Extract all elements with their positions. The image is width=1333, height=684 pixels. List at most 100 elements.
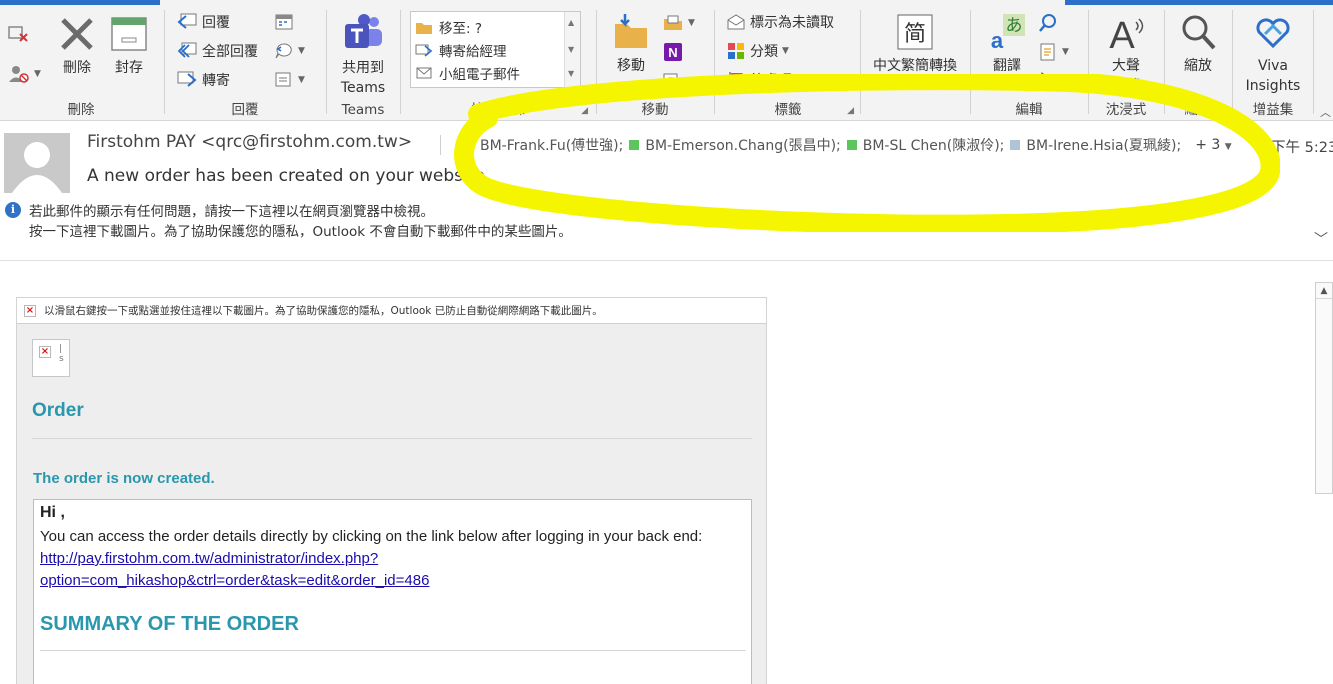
broken-image-icon: × (39, 346, 51, 358)
collapse-ribbon-icon[interactable]: ︿ (1320, 104, 1331, 120)
related-icon (1040, 43, 1055, 61)
group-separator (970, 10, 971, 114)
move-label: 移動 (617, 58, 645, 74)
search-icon (1039, 14, 1056, 32)
svg-text:简: 简 (904, 22, 926, 47)
im-reply-icon (275, 43, 292, 59)
chevron-down-icon: ▼ (1003, 81, 1011, 91)
find-button[interactable] (1038, 12, 1058, 34)
dialog-launcher-icon[interactable]: ◢ (581, 106, 588, 116)
dialog-launcher-icon[interactable]: ◢ (847, 106, 854, 116)
move-folder-icon (615, 14, 647, 48)
rules-button[interactable]: ▼ (662, 12, 695, 34)
avatar (4, 133, 70, 193)
chevron-down-icon: ▼ (782, 46, 789, 56)
recipient[interactable]: BM-Emerson.Chang(張昌中); (629, 135, 841, 155)
teams-icon (345, 14, 382, 48)
ribbon: ▼ 刪除 封存 刪除 回覆 全部回覆 轉寄 ▼ ▼ 回覆 共用到 Teams T… (0, 0, 1333, 121)
reply-label: 回覆 (202, 15, 230, 31)
chevron-down-icon: ▼ (34, 69, 41, 79)
group-separator (400, 10, 401, 114)
divider (40, 650, 746, 651)
chinese-convert-button[interactable]: 简 中文繁簡轉換 ▼ (864, 12, 966, 92)
image-alt-text: | s (59, 344, 64, 364)
meeting-reply-button[interactable] (274, 11, 294, 33)
categorize-button[interactable]: 分類 ▼ (726, 40, 789, 62)
ignore-button[interactable] (8, 23, 30, 45)
chevron-down-icon: ▼ (298, 75, 305, 85)
forward-button[interactable]: 轉寄 (176, 69, 230, 91)
group-quick-steps: 快速步驟 ◢ (402, 5, 594, 121)
mark-unread-button[interactable]: 標示為未讀取 (726, 11, 834, 33)
related-button[interactable]: ▼ (1038, 41, 1069, 63)
group-zoom: 縮放 縮放 (1166, 5, 1230, 121)
summary-heading: SUMMARY OF THE ORDER (40, 613, 299, 635)
delete-button[interactable]: 刪除 (52, 14, 102, 78)
scroll-up-icon[interactable]: ▲ (1316, 283, 1332, 299)
onenote-button[interactable]: N (662, 41, 684, 63)
sender[interactable]: Firstohm PAY <qrc@firstohm.com.tw> (87, 132, 412, 152)
group-separator (1313, 10, 1314, 114)
reading-pane: ▲ × 以滑鼠右鍵按一下或點選並按住這裡以下載圖片。為了協助保護您的隱私，Out… (0, 262, 1333, 684)
reply-all-button[interactable]: 全部回覆 (176, 40, 258, 62)
onenote-icon: N (664, 43, 682, 61)
info-bar-view-in-browser[interactable]: i 若此郵件的顯示有任何問題，請按一下這裡以在網頁瀏覽器中檢視。 (5, 200, 434, 220)
im-reply-button[interactable]: ▼ (274, 40, 305, 62)
svg-text:A: A (1109, 15, 1135, 52)
translate-label: 翻譯 (993, 58, 1021, 74)
followup-button[interactable]: 待處理 ▼ (726, 69, 803, 91)
group-label-quick-steps: 快速步驟 (471, 102, 525, 118)
more-respond-icon (275, 72, 291, 87)
categorize-icon (728, 43, 744, 59)
recipient[interactable]: BM-Irene.Hsia(夏珮綾); (1010, 135, 1181, 155)
calendar-reply-icon (275, 14, 293, 30)
blocked-image-notice[interactable]: × 以滑鼠右鍵按一下或點選並按住這裡以下載圖片。為了協助保護您的隱私，Outlo… (17, 298, 766, 324)
move-button[interactable]: 移動 ▼ (604, 12, 658, 92)
svg-text:あ: あ (1006, 16, 1023, 36)
chevron-down-icon: ▼ (1062, 47, 1069, 57)
translate-icon: あa (991, 14, 1025, 53)
image-placeholder[interactable]: × | s (32, 339, 70, 377)
more-recipients-button[interactable]: + 3 ▼ (1195, 137, 1231, 153)
group-separator (860, 10, 861, 114)
share-to-teams-button[interactable]: 共用到 Teams (333, 12, 393, 98)
viva-label-2: Insights (1245, 78, 1301, 94)
select-button[interactable]: ▼ (1038, 70, 1069, 92)
archive-button[interactable]: 封存 (104, 14, 154, 78)
group-move: 移動 ▼ ▼ N ▼ 移動 (598, 5, 712, 121)
delete-label: 刪除 (63, 60, 91, 76)
order-link-continued[interactable]: option=com_hikashop&ctrl=order&task=edit… (40, 572, 429, 589)
junk-button[interactable]: ▼ (8, 63, 41, 85)
more-respond-button[interactable]: ▼ (274, 69, 305, 91)
recipient-name: BM-Frank.Fu(傅世強); (480, 138, 624, 154)
group-label-teams: Teams (341, 102, 385, 118)
info-icon: i (5, 202, 21, 218)
share-teams-label-2: Teams (340, 80, 386, 96)
vertical-scrollbar[interactable]: ▲ (1315, 282, 1333, 494)
group-label-edit: 編輯 (1015, 102, 1043, 118)
viva-insights-button[interactable]: Viva Insights (1238, 12, 1308, 96)
zoom-magnifier-icon (1182, 15, 1216, 50)
chevron-down-icon: ▼ (1062, 76, 1069, 86)
reply-button[interactable]: 回覆 (176, 11, 230, 33)
presence-indicator (846, 140, 857, 150)
translate-button[interactable]: あa 翻譯 ▼ (978, 12, 1036, 92)
actions-button[interactable]: ▼ (662, 70, 695, 92)
svg-text:a: a (991, 28, 1004, 52)
order-link[interactable]: http://pay.firstohm.com.tw/administrator… (40, 550, 378, 567)
group-teams: 共用到 Teams Teams (328, 5, 398, 121)
order-details-box: Hi , You can access the order details di… (33, 499, 752, 684)
recipient[interactable]: BM-SL Chen(陳淑伶); (846, 135, 1004, 155)
read-aloud-button[interactable]: A 大聲 朗讀 (1096, 12, 1156, 96)
read-aloud-icon: A (1109, 15, 1144, 57)
expand-header-icon[interactable]: ﹀ (1314, 229, 1328, 249)
flag-icon (729, 72, 743, 89)
forward-label: 轉寄 (202, 73, 230, 89)
mark-unread-label: 標示為未讀取 (750, 15, 834, 31)
group-label-zoom: 縮放 (1184, 102, 1212, 118)
group-immersive: A 大聲 朗讀 沈浸式 (1090, 5, 1162, 121)
zoom-button[interactable]: 縮放 (1168, 12, 1228, 76)
info-bar-download-pictures[interactable]: 按一下這裡下載圖片。為了協助保護您的隱私，Outlook 不會自動下載郵件中的某… (29, 220, 572, 240)
archive-icon (111, 17, 147, 51)
recipient[interactable]: BM-Frank.Fu(傅世強); (464, 135, 623, 155)
